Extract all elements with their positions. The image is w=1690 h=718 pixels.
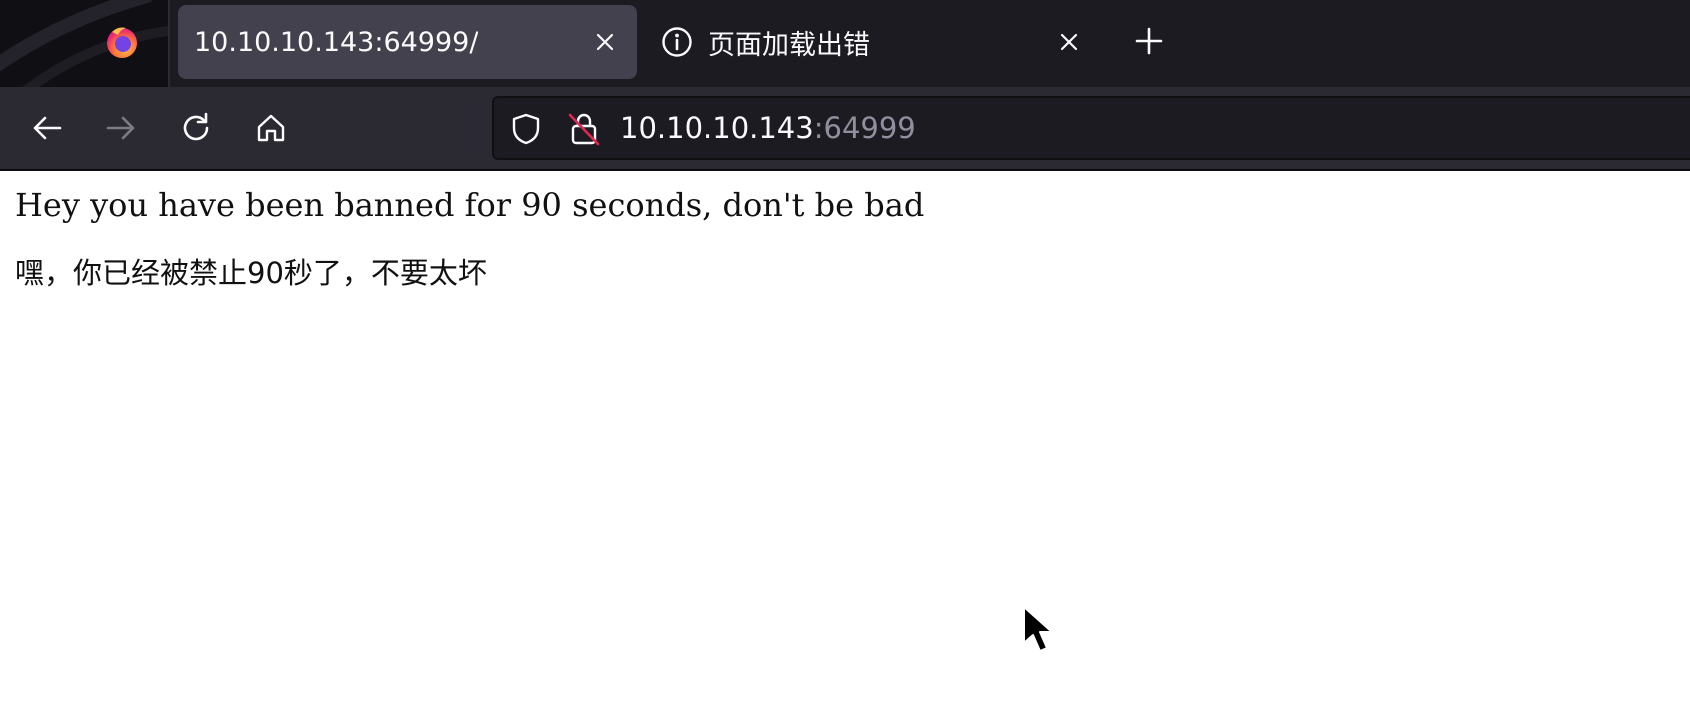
shield-icon [512, 113, 540, 145]
reload-icon [183, 112, 209, 141]
url-host: 10.10.10.143 [620, 111, 814, 145]
site-security-button[interactable] [565, 109, 603, 149]
page-content: Hey you have been banned for 90 seconds,… [0, 171, 1690, 718]
ban-message-english: Hey you have been banned for 90 seconds,… [15, 186, 925, 224]
reload-button[interactable] [173, 105, 219, 151]
new-tab-button[interactable] [1128, 20, 1170, 62]
tracking-protection-button[interactable] [507, 110, 545, 148]
close-icon[interactable] [1052, 25, 1086, 59]
tab-strip: 10.10.10.143:64999/ 页面加载出错 [0, 0, 1690, 87]
firefox-icon[interactable] [104, 24, 140, 60]
ban-message-chinese: 嘿，你已经被禁止90秒了，不要太坏 [15, 256, 487, 290]
url-port: :64999 [813, 111, 916, 145]
tab-active[interactable]: 10.10.10.143:64999/ [178, 5, 637, 79]
navigation-toolbar: 10.10.10.143:64999 [0, 87, 1690, 171]
forward-arrow-icon [106, 116, 135, 140]
plus-icon [1135, 27, 1163, 55]
insecure-lock-icon [568, 113, 600, 146]
tab-strip-separator [168, 0, 170, 87]
address-bar[interactable]: 10.10.10.143:64999 [492, 96, 1690, 160]
tab-inactive[interactable]: 页面加载出错 [652, 5, 1096, 79]
tab-title: 页面加载出错 [708, 29, 870, 61]
wallpaper-decoration [0, 0, 168, 87]
close-icon[interactable] [588, 25, 622, 59]
home-icon [257, 114, 285, 142]
url-text[interactable]: 10.10.10.143:64999 [620, 98, 916, 158]
back-arrow-icon [33, 116, 62, 140]
mouse-cursor-icon [1023, 606, 1053, 652]
back-button[interactable] [24, 105, 70, 151]
home-button[interactable] [248, 105, 294, 151]
forward-button[interactable] [98, 105, 144, 151]
tab-strip-left-area [0, 0, 168, 87]
info-icon [662, 27, 692, 57]
tab-title: 10.10.10.143:64999/ [194, 26, 479, 58]
